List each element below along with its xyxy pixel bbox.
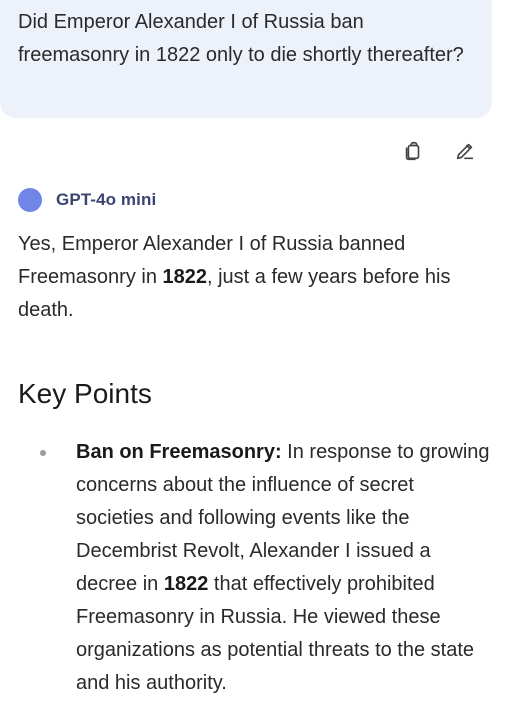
user-message-text: Did Emperor Alexander I of Russia ban fr… — [18, 11, 464, 66]
model-avatar — [18, 188, 42, 212]
pencil-icon[interactable] — [452, 138, 478, 164]
chat-page: Did Emperor Alexander I of Russia ban fr… — [0, 0, 519, 717]
copy-icon[interactable] — [400, 138, 426, 164]
message-actions — [400, 138, 478, 164]
key-point-bold-year: 1822 — [163, 573, 209, 595]
assistant-answer: Yes, Emperor Alexander I of Russia banne… — [18, 228, 498, 327]
key-point-title: Ban on Freemasonry: — [76, 441, 282, 463]
bullet-icon — [40, 450, 46, 456]
key-point-text-before: In response to growing concerns about th… — [76, 441, 490, 595]
key-points-heading: Key Points — [18, 378, 152, 409]
key-point-item: Ban on Freemasonry: In response to growi… — [40, 436, 500, 700]
model-label-row: GPT-4o mini — [18, 188, 156, 212]
user-message-bubble: Did Emperor Alexander I of Russia ban fr… — [0, 0, 492, 118]
model-name: GPT-4o mini — [56, 190, 157, 209]
key-point-text: Ban on Freemasonry: In response to growi… — [76, 436, 496, 700]
answer-bold-year: 1822 — [162, 266, 208, 288]
